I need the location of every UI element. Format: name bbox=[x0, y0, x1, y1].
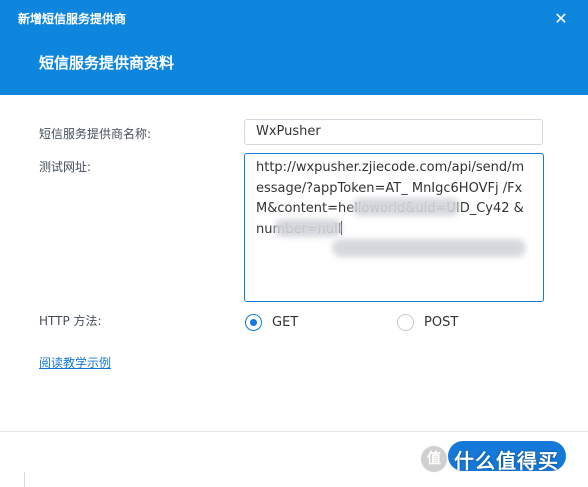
panel-edge bbox=[24, 472, 25, 487]
window-title: 新增短信服务提供商 bbox=[18, 12, 127, 26]
tutorial-link[interactable]: 阅读教学示例 bbox=[39, 354, 111, 372]
redaction-blur bbox=[274, 219, 342, 237]
post-radio[interactable] bbox=[397, 314, 414, 331]
watermark-logo-icon: 值 bbox=[420, 445, 448, 473]
get-radio-label[interactable]: GET bbox=[272, 314, 298, 332]
provider-name-label: 短信服务提供商名称: bbox=[39, 127, 152, 141]
get-radio[interactable] bbox=[245, 314, 262, 331]
http-method-label: HTTP 方法: bbox=[39, 314, 102, 328]
watermark-text: 什么值得买 bbox=[454, 448, 559, 473]
post-radio-label[interactable]: POST bbox=[424, 314, 458, 332]
section-title: 短信服务提供商资料 bbox=[39, 54, 175, 72]
redaction-blur bbox=[352, 198, 460, 216]
watermark: 值 什么值得买 bbox=[420, 441, 559, 477]
redaction-blur bbox=[332, 239, 526, 257]
test-url-label: 测试网址: bbox=[39, 160, 92, 174]
provider-name-input[interactable]: WxPusher bbox=[244, 119, 543, 145]
dialog-header: 新增短信服务提供商 ✕ 短信服务提供商资料 bbox=[0, 0, 588, 95]
close-icon[interactable]: ✕ bbox=[548, 6, 574, 32]
